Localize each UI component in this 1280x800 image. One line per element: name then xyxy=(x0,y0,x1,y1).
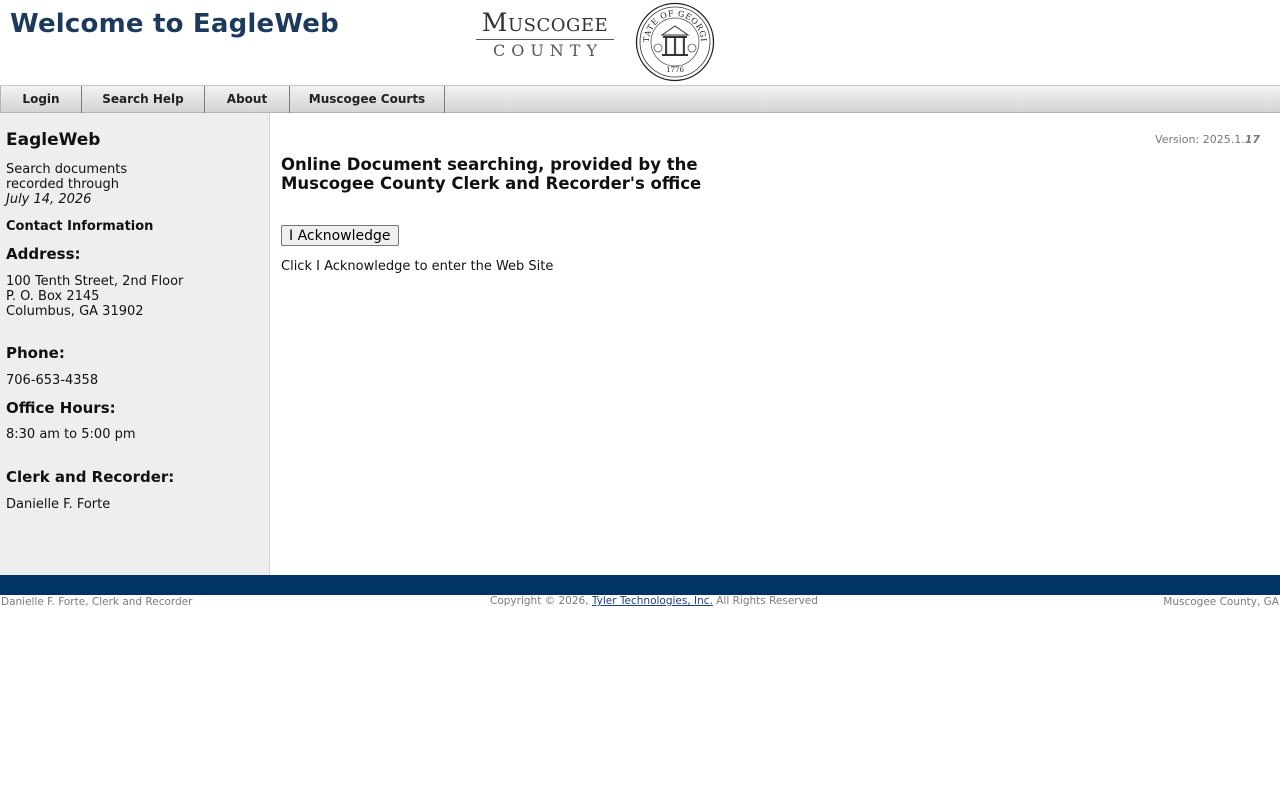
muscogee-county-logo: Muscogee COUNTY xyxy=(474,8,616,60)
hours-heading: Office Hours: xyxy=(6,399,116,417)
recorded-through-date: July 14, 2026 xyxy=(6,192,92,207)
nav-login[interactable]: Login xyxy=(0,86,82,113)
office-hours: 8:30 am to 5:00 pm xyxy=(6,427,136,442)
site-title: Welcome to EagleWeb xyxy=(10,9,339,39)
clerk-name: Danielle F. Forte xyxy=(6,497,111,512)
intro-line2: Muscogee County Clerk and Recorder's off… xyxy=(281,174,702,193)
nav-about[interactable]: About xyxy=(205,86,290,113)
search-info-line2: recorded through xyxy=(6,177,119,192)
page-footer: Danielle F. Forte, Clerk and Recorder Co… xyxy=(0,595,1280,611)
logo-line-county: COUNTY xyxy=(492,41,604,60)
logo-divider xyxy=(476,39,614,40)
version-prefix: Version: 2025.1. xyxy=(1155,133,1245,146)
footer-bar xyxy=(0,575,1280,595)
sidebar-title: EagleWeb xyxy=(6,130,101,150)
page-header: Welcome to EagleWeb Muscogee COUNTY STAT… xyxy=(0,0,1280,85)
address-line1: 100 Tenth Street, 2nd Floor xyxy=(6,274,184,289)
phone-number: 706-653-4358 xyxy=(6,373,99,388)
copyright-prefix: Copyright © 2026, xyxy=(490,595,589,607)
main-navigation: Login Search Help About Muscogee Courts xyxy=(0,85,1280,113)
acknowledge-instruction: Click I Acknowledge to enter the Web Sit… xyxy=(281,259,554,274)
main-content: Version: 2025.1.17 Online Document searc… xyxy=(270,113,1280,575)
nav-search-help[interactable]: Search Help xyxy=(82,86,205,113)
logo-line-muscogee: Muscogee xyxy=(481,8,609,37)
copyright-suffix: All Rights Reserved xyxy=(716,595,818,607)
intro-line1: Online Document searching, provided by t… xyxy=(281,155,698,174)
clerk-heading: Clerk and Recorder: xyxy=(6,468,175,486)
seal-year: 1776 xyxy=(666,66,684,74)
contact-heading: Contact Information xyxy=(6,219,154,234)
intro-heading: Online Document searching, provided by t… xyxy=(281,155,701,193)
phone-heading: Phone: xyxy=(6,344,65,362)
info-sidebar: EagleWeb Search documents recorded throu… xyxy=(0,113,270,575)
version-build: 17 xyxy=(1244,133,1260,146)
acknowledge-button[interactable]: I Acknowledge xyxy=(281,225,399,246)
footer-county: Muscogee County, GA xyxy=(1163,596,1279,608)
nav-muscogee-courts[interactable]: Muscogee Courts xyxy=(290,86,445,113)
footer-copyright: Copyright © 2026, Tyler Technologies, In… xyxy=(490,595,818,607)
georgia-seal-icon: STATE OF GEORGIA 1776 xyxy=(635,2,715,82)
address-line2: P. O. Box 2145 xyxy=(6,289,100,304)
version-label: Version: 2025.1.17 xyxy=(1155,133,1260,146)
search-info-line1: Search documents xyxy=(6,162,128,177)
tyler-technologies-link[interactable]: Tyler Technologies, Inc. xyxy=(592,595,713,607)
address-line3: Columbus, GA 31902 xyxy=(6,304,144,319)
footer-clerk: Danielle F. Forte, Clerk and Recorder xyxy=(1,596,193,608)
address-heading: Address: xyxy=(6,245,81,263)
